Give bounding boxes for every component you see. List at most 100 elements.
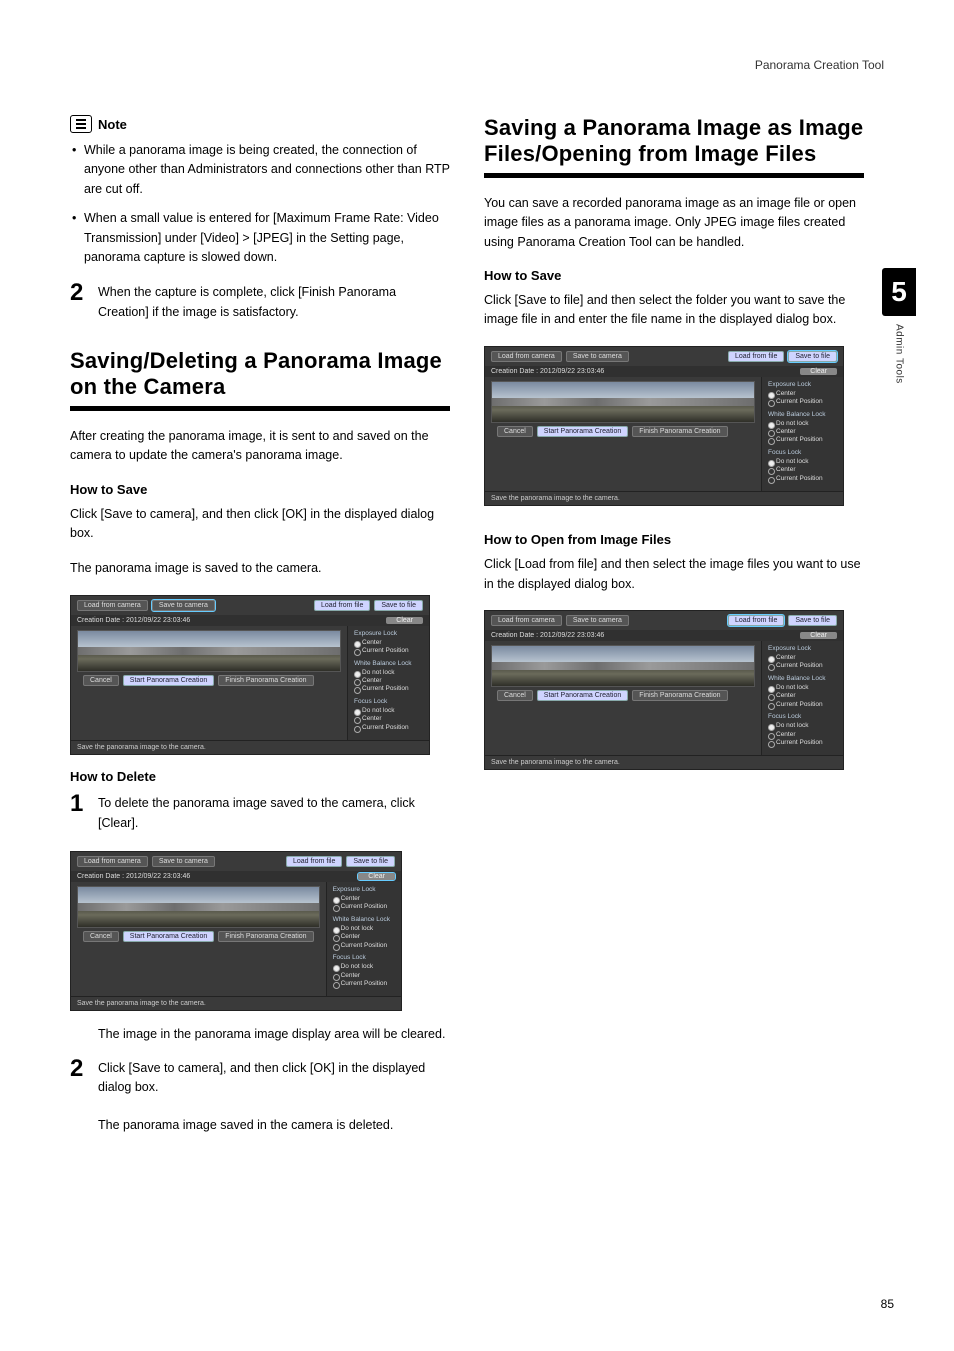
- shot-group-wb: White Balance Lock: [768, 411, 837, 418]
- shot-btn-clear: Clear: [386, 617, 423, 624]
- shot-btn-load-file: Load from file: [728, 351, 784, 362]
- shot-opt: Center: [768, 654, 837, 662]
- shot-group-focus: Focus Lock: [768, 713, 837, 720]
- shot-opt: Current Position: [768, 398, 837, 406]
- page-number: 85: [881, 1297, 894, 1311]
- shot-panorama-preview: [491, 645, 755, 687]
- shot-opt: Current Position: [768, 475, 837, 483]
- shot-opt: Center: [768, 692, 837, 700]
- body-text: Click [Save to file] and then select the…: [484, 291, 864, 330]
- shot-opt: Current Position: [768, 739, 837, 747]
- shot-status: Save the panorama image to the camera.: [485, 491, 843, 505]
- subheading-how-to-delete: How to Delete: [70, 769, 450, 784]
- body-text: Click [Load from file] and then select t…: [484, 555, 864, 594]
- shot-opt: Center: [333, 895, 395, 903]
- right-column: Saving a Panorama Image as Image Files/O…: [484, 115, 864, 1141]
- shot-status: Save the panorama image to the camera.: [71, 996, 401, 1010]
- heading-rule: [484, 174, 864, 178]
- header-tool-name: Panorama Creation Tool: [755, 58, 884, 72]
- shot-opt: Center: [354, 677, 423, 685]
- shot-group-focus: Focus Lock: [354, 698, 423, 705]
- chapter-tab: 5 Admin Tools: [882, 268, 916, 384]
- shot-opt: Current Position: [768, 662, 837, 670]
- shot-opt: Center: [768, 466, 837, 474]
- shot-opt: Current Position: [333, 942, 395, 950]
- shot-opt: Do not lock: [768, 722, 837, 730]
- shot-group-exposure: Exposure Lock: [354, 630, 423, 637]
- shot-btn-clear: Clear: [800, 368, 837, 375]
- left-column: Note While a panorama image is being cre…: [70, 115, 450, 1141]
- shot-btn-finish: Finish Panorama Creation: [632, 426, 727, 437]
- shot-opt: Center: [768, 428, 837, 436]
- chapter-number: 5: [882, 268, 916, 316]
- shot-btn-finish: Finish Panorama Creation: [218, 931, 313, 942]
- shot-btn-save-camera: Save to camera: [566, 351, 629, 362]
- step-text: To delete the panorama image saved to th…: [98, 792, 450, 833]
- shot-btn-load-camera: Load from camera: [491, 351, 562, 362]
- shot-opt: Center: [354, 715, 423, 723]
- shot-btn-start: Start Panorama Creation: [123, 931, 214, 942]
- shot-btn-save-file: Save to file: [788, 615, 837, 626]
- shot-btn-load-camera: Load from camera: [77, 600, 148, 611]
- section-heading: Saving/Deleting a Panorama Image on the …: [70, 348, 450, 401]
- shot-group-wb: White Balance Lock: [768, 675, 837, 682]
- screenshot-load-from-file: Load from camera Save to camera Load fro…: [484, 610, 844, 771]
- shot-btn-clear: Clear: [358, 873, 395, 880]
- shot-opt: Current Position: [768, 701, 837, 709]
- body-text: Click [Save to camera], and then click […: [70, 505, 450, 544]
- section-intro: You can save a recorded panorama image a…: [484, 194, 864, 252]
- section-intro: After creating the panorama image, it is…: [70, 427, 450, 466]
- shot-btn-cancel: Cancel: [83, 675, 119, 686]
- shot-btn-load-file: Load from file: [314, 600, 370, 611]
- screenshot-clear: Load from camera Save to camera Load fro…: [70, 851, 402, 1012]
- body-text: The panorama image saved in the camera i…: [98, 1116, 450, 1135]
- note-bullet: When a small value is entered for [Maxim…: [70, 209, 450, 267]
- shot-btn-save-file: Save to file: [788, 351, 837, 362]
- shot-opt: Center: [354, 639, 423, 647]
- step-number: 2: [70, 281, 88, 305]
- shot-group-focus: Focus Lock: [768, 449, 837, 456]
- step-text: Click [Save to camera], and then click […: [98, 1057, 450, 1098]
- shot-panorama-preview: [491, 381, 755, 423]
- shot-opt: Do not lock: [768, 684, 837, 692]
- shot-btn-cancel: Cancel: [497, 426, 533, 437]
- shot-group-focus: Focus Lock: [333, 954, 395, 961]
- shot-btn-save-camera: Save to camera: [152, 856, 215, 867]
- screenshot-save-to-camera: Load from camera Save to camera Load fro…: [70, 595, 430, 756]
- shot-btn-cancel: Cancel: [497, 690, 533, 701]
- shot-status: Save the panorama image to the camera.: [485, 755, 843, 769]
- shot-opt: Center: [768, 731, 837, 739]
- shot-opt: Do not lock: [768, 420, 837, 428]
- shot-btn-save-file: Save to file: [374, 600, 423, 611]
- shot-opt: Do not lock: [768, 458, 837, 466]
- shot-creation-date: Creation Date : 2012/09/22 23:03:46: [491, 632, 604, 639]
- step-number: 1: [70, 792, 88, 816]
- shot-panorama-preview: [77, 886, 320, 928]
- shot-btn-finish: Finish Panorama Creation: [218, 675, 313, 686]
- note-label: Note: [98, 117, 127, 132]
- shot-opt: Current Position: [768, 436, 837, 444]
- shot-btn-load-file: Load from file: [728, 615, 784, 626]
- shot-opt: Center: [333, 933, 395, 941]
- shot-group-exposure: Exposure Lock: [768, 381, 837, 388]
- shot-opt: Do not lock: [333, 963, 395, 971]
- shot-btn-start: Start Panorama Creation: [537, 690, 628, 701]
- shot-opt: Do not lock: [333, 925, 395, 933]
- shot-btn-save-camera: Save to camera: [566, 615, 629, 626]
- shot-btn-save-camera: Save to camera: [152, 600, 215, 611]
- section-heading: Saving a Panorama Image as Image Files/O…: [484, 115, 864, 168]
- shot-opt: Current Position: [333, 980, 395, 988]
- screenshot-save-to-file: Load from camera Save to camera Load fro…: [484, 346, 844, 507]
- body-text: The panorama image is saved to the camer…: [70, 559, 450, 578]
- subheading-how-to-open: How to Open from Image Files: [484, 532, 864, 547]
- shot-opt: Do not lock: [354, 669, 423, 677]
- shot-group-wb: White Balance Lock: [354, 660, 423, 667]
- shot-group-wb: White Balance Lock: [333, 916, 395, 923]
- shot-btn-cancel: Cancel: [83, 931, 119, 942]
- step-number: 2: [70, 1057, 88, 1081]
- step-text: When the capture is complete, click [Fin…: [98, 281, 450, 322]
- shot-btn-finish: Finish Panorama Creation: [632, 690, 727, 701]
- shot-btn-start: Start Panorama Creation: [123, 675, 214, 686]
- shot-group-exposure: Exposure Lock: [768, 645, 837, 652]
- shot-status: Save the panorama image to the camera.: [71, 740, 429, 754]
